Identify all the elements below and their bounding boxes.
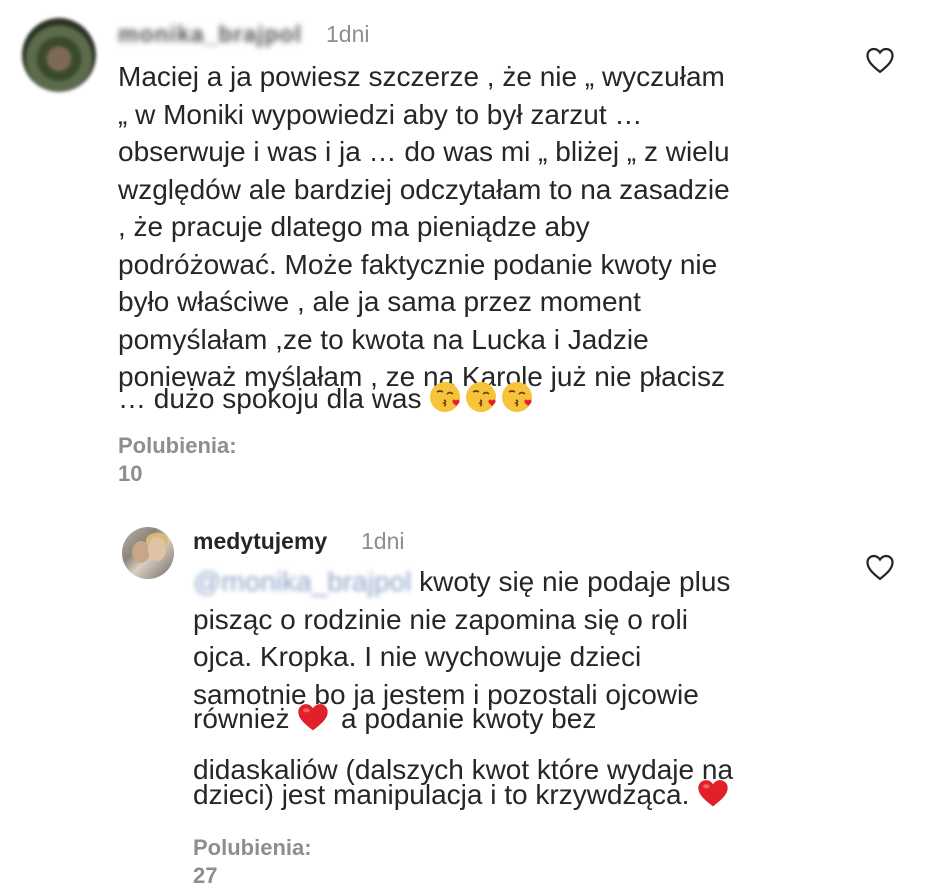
kissing-heart-emoji — [465, 381, 497, 413]
comment-text-line: , że pracuje dlatego ma pieniądze aby — [118, 211, 590, 242]
comment-timestamp[interactable]: 1dni — [326, 20, 369, 48]
comment-text-line: podróżować. Może faktycznie podanie kwot… — [118, 248, 718, 280]
comment-text-line: obserwuje i was i ja … do was mi „ bliże… — [118, 136, 730, 167]
red-heart-emoji — [297, 701, 329, 733]
like-heart-icon[interactable] — [865, 46, 895, 74]
like-heart-icon[interactable] — [865, 553, 895, 581]
likes-count[interactable]: Polubienia: 10 — [118, 432, 237, 488]
red-heart-emoji — [697, 777, 729, 809]
comment-text-line: @monika_brajpol kwoty się nie podaje plu… — [193, 563, 730, 601]
comment-text-line: dzieci) jest manipulacja i to krzywdząca… — [193, 776, 733, 814]
comment-text-line: „ w Moniki wypowiedzi aby to był zarzut … — [118, 98, 643, 130]
comment-text-segment: również — [193, 703, 290, 734]
kissing-heart-emoji — [429, 381, 461, 413]
avatar[interactable] — [122, 527, 174, 579]
comment-text-line: … dużo spokoju dla was — [118, 383, 422, 414]
mention-link[interactable]: @monika_brajpol — [193, 566, 411, 597]
comment-text-line: ojca. Kropka. I nie wychowuje dzieci — [193, 641, 642, 672]
comment-text-segment: a podanie kwoty bez — [341, 703, 597, 734]
avatar[interactable] — [22, 18, 96, 92]
comment-text-line: względów ale bardziej odczytałam to na z… — [118, 173, 730, 205]
comment-text-line: pomyślałam ,ze to kwota na Lucka i Jadzi… — [118, 323, 649, 355]
comment-text-line: pisząc o rodzinie nie zapomina się o rol… — [193, 603, 688, 635]
comment-timestamp[interactable]: 1dni — [361, 527, 404, 555]
kissing-heart-emoji — [501, 381, 533, 413]
comment-text-line: Maciej a ja powiesz szczerze , że nie „ … — [118, 61, 725, 92]
likes-count[interactable]: Polubienia: 27 — [193, 834, 312, 890]
comment-text-line: było właściwe , ale ja sama przez moment — [118, 286, 641, 317]
comment-username[interactable]: medytujemy — [193, 527, 327, 555]
comment-username[interactable]: monika_brajpol — [118, 20, 302, 48]
comment-text-segment: dzieci) jest manipulacja i to krzywdząca… — [193, 779, 690, 810]
comment-text-line: również a podanie kwoty bez — [193, 700, 596, 738]
comment-text-segment: kwoty się nie podaje plus — [419, 566, 731, 597]
comment-text-last-line: … dużo spokoju dla was — [118, 380, 537, 418]
